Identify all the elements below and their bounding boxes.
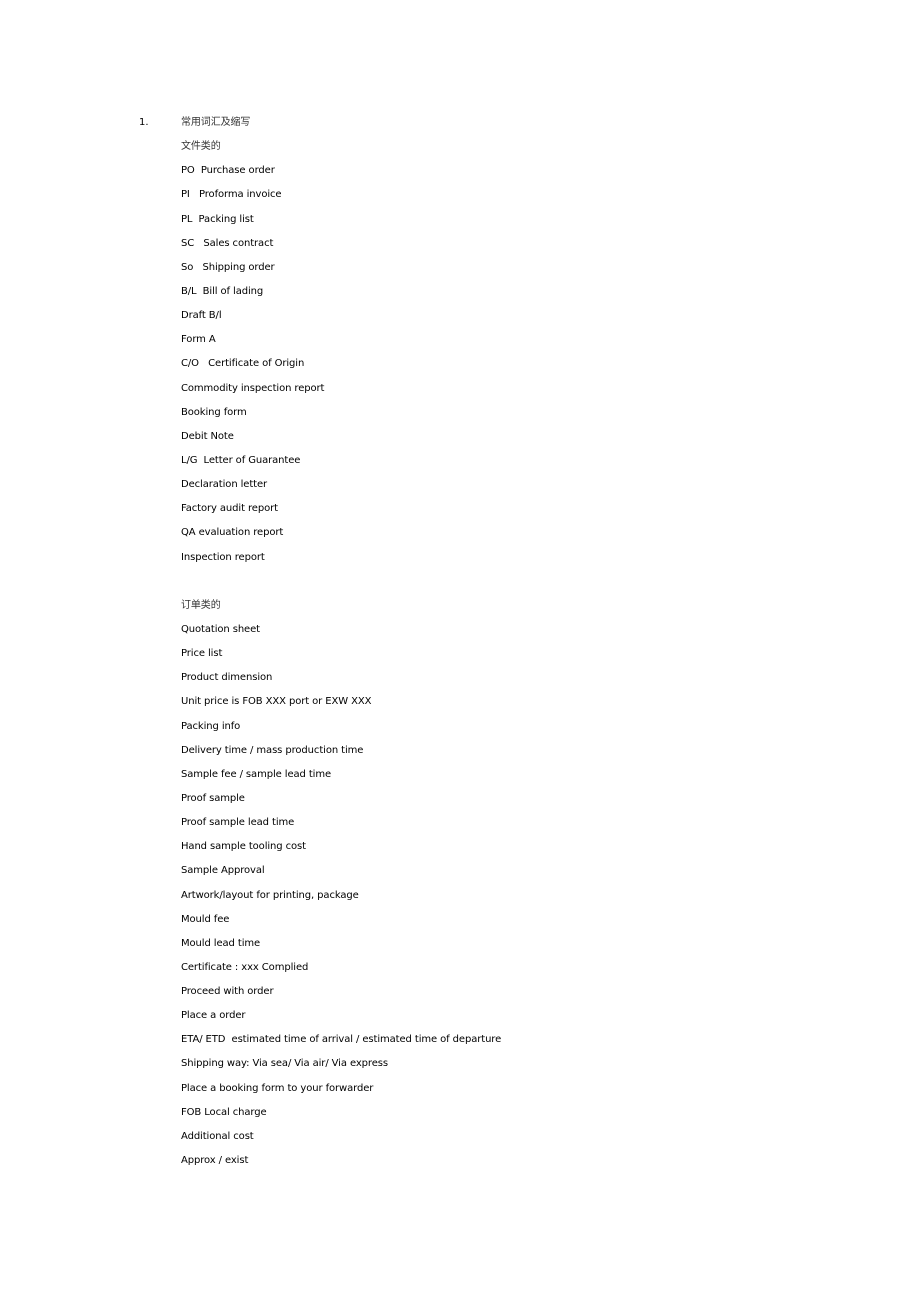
section-content: 常用词汇及缩写 文件类的 PO Purchase order PI Proforma… (181, 116, 501, 1178)
term-item: Proof sample lead time (181, 817, 295, 829)
term-item: Draft B/l (181, 310, 222, 322)
term-groups: 文件类的 PO Purchase order PI Proforma invoice… (181, 140, 501, 1178)
term-item: Artwork/layout for printing, package (181, 889, 359, 901)
term-item: Hand sample tooling cost (181, 841, 306, 853)
term-item: B/L Bill of lading (181, 285, 264, 297)
term-item: Price list (181, 648, 223, 660)
term-item: Booking form (181, 406, 247, 418)
term-item: Packing info (181, 720, 241, 732)
term-item: SC Sales contract (181, 237, 274, 249)
term-item: Commodity inspection report (181, 382, 325, 394)
term-item: ETA/ ETD estimated time of arrival / est… (181, 1034, 502, 1046)
term-item: Shipping way: Via sea/ Via air/ Via expr… (181, 1058, 388, 1070)
group-heading: 订单类的 (181, 599, 221, 611)
term-item: FOB Local charge (181, 1106, 267, 1118)
group-heading: 文件类的 (181, 141, 221, 153)
term-item: Sample Approval (181, 865, 265, 877)
term-item: PO Purchase order (181, 165, 275, 177)
term-item: Proceed with order (181, 986, 274, 998)
term-item: Mould lead time (181, 937, 261, 949)
term-item: Mould fee (181, 913, 230, 925)
section-number: 1. (139, 117, 149, 128)
term-item: Factory audit report (181, 503, 278, 515)
term-item: Quotation sheet (181, 623, 260, 635)
section-title: 常用词汇及缩写 (181, 117, 251, 128)
term-item: Proof sample (181, 792, 245, 804)
term-item: Form A (181, 334, 216, 346)
term-item: Approx / exist (181, 1155, 249, 1167)
term-item: PL Packing list (181, 213, 254, 225)
term-item: Inspection report (181, 551, 265, 563)
term-item: So Shipping order (181, 261, 275, 273)
term-group: 订单类的 Quotation sheet Price list Product dim… (181, 599, 501, 1178)
term-item: Certificate : xxx Complied (181, 961, 309, 973)
term-item: Place a order (181, 1010, 246, 1022)
term-item: Additional cost (181, 1130, 254, 1142)
term-item: Place a booking form to your forwarder (181, 1082, 374, 1094)
term-item: PI Proforma invoice (181, 189, 282, 201)
term-item: L/G Letter of Guarantee (181, 454, 301, 466)
term-item: Product dimension (181, 672, 273, 684)
term-item: Debit Note (181, 430, 234, 442)
term-group: 文件类的 PO Purchase order PI Proforma invoice… (181, 140, 501, 575)
term-item: C/O Certificate of Origin (181, 358, 305, 370)
term-item: Declaration letter (181, 479, 268, 491)
term-item: Sample fee / sample lead time (181, 768, 332, 780)
term-item: Delivery time / mass production time (181, 744, 364, 756)
term-item: QA evaluation report (181, 527, 284, 539)
term-item: Unit price is FOB XXX port or EXW XXX (181, 696, 372, 708)
document-page: 1. 常用词汇及缩写 文件类的 PO Purchase order PI Profo… (0, 0, 920, 1302)
